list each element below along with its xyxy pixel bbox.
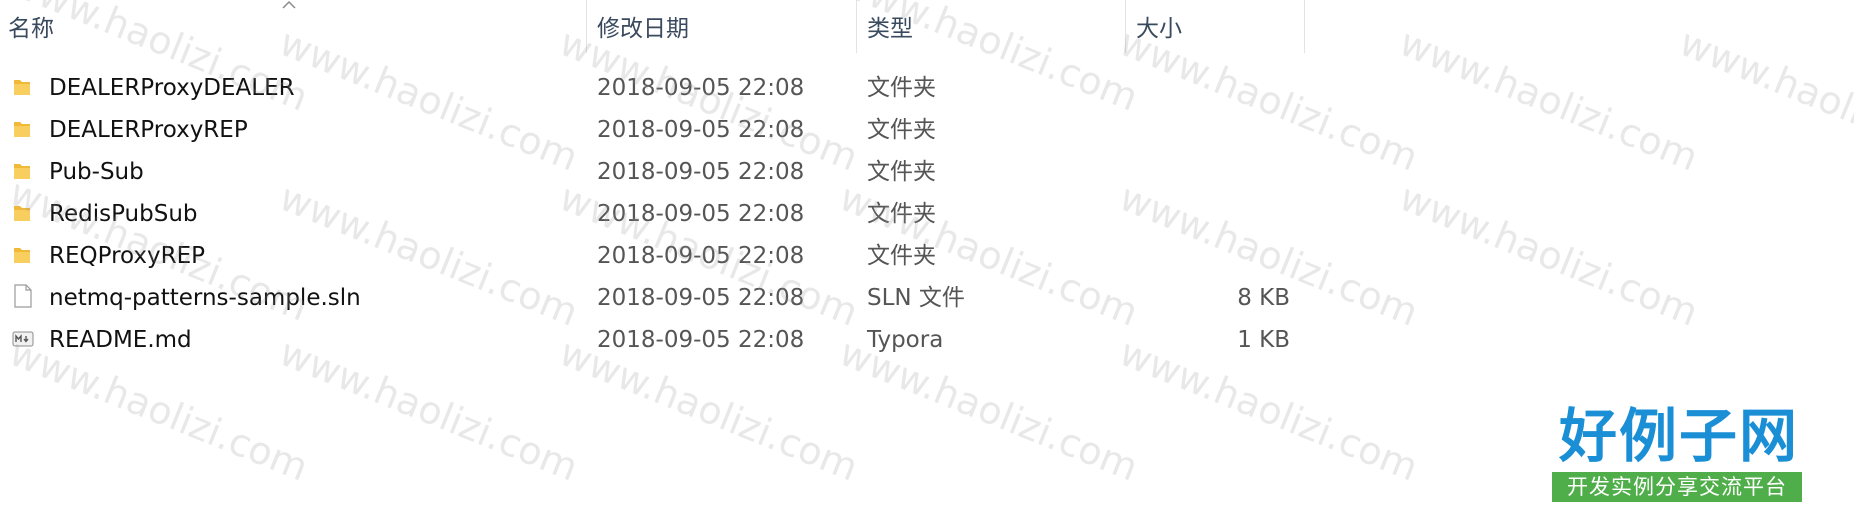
file-size <box>1130 109 1290 151</box>
file-modified: 2018-09-05 22:08 <box>597 159 805 185</box>
file-name: REQProxyREP <box>49 243 206 269</box>
file-size <box>1130 67 1290 109</box>
file-row[interactable]: README.md 2018-09-05 22:08 Typora 1 KB <box>0 319 1310 361</box>
file-name: DEALERProxyREP <box>49 117 248 143</box>
file-name: DEALERProxyDEALER <box>49 75 295 101</box>
column-header-name[interactable]: 名称 <box>0 10 54 48</box>
markdown-file-icon <box>12 319 36 361</box>
file-icon <box>12 277 36 319</box>
file-name: README.md <box>49 327 192 353</box>
file-size <box>1130 193 1290 235</box>
column-header-modified[interactable]: 修改日期 <box>589 10 689 48</box>
file-size <box>1130 151 1290 193</box>
file-modified: 2018-09-05 22:08 <box>597 117 805 143</box>
file-size: 1 KB <box>1237 327 1290 353</box>
sort-ascending-icon <box>282 0 296 9</box>
column-header-size[interactable]: 大小 <box>1128 10 1182 48</box>
file-type: 文件夹 <box>867 243 936 269</box>
logo-tagline: 开发实例分享交流平台 <box>1552 472 1802 502</box>
watermark-text: www.haolizi.com <box>1393 175 1705 335</box>
folder-icon <box>12 151 36 193</box>
file-row[interactable]: DEALERProxyDEALER 2018-09-05 22:08 文件夹 <box>0 67 1310 109</box>
column-header-bar: 名称 修改日期 类型 大小 <box>0 0 1854 57</box>
column-divider[interactable] <box>1304 0 1305 53</box>
file-size: 8 KB <box>1237 285 1290 311</box>
file-type: 文件夹 <box>867 159 936 185</box>
file-row[interactable]: Pub-Sub 2018-09-05 22:08 文件夹 <box>0 151 1310 193</box>
logo-title: 好例子网 <box>1558 402 1799 470</box>
folder-icon <box>12 67 36 109</box>
column-divider[interactable] <box>586 0 587 53</box>
file-row[interactable]: RedisPubSub 2018-09-05 22:08 文件夹 <box>0 193 1310 235</box>
file-type: SLN 文件 <box>867 285 965 311</box>
file-row[interactable]: REQProxyREP 2018-09-05 22:08 文件夹 <box>0 235 1310 277</box>
column-divider[interactable] <box>856 0 857 53</box>
column-divider[interactable] <box>1125 0 1126 53</box>
column-header-type[interactable]: 类型 <box>859 10 913 48</box>
file-row[interactable]: netmq-patterns-sample.sln 2018-09-05 22:… <box>0 277 1310 319</box>
folder-icon <box>12 235 36 277</box>
folder-icon <box>12 193 36 235</box>
file-name: netmq-patterns-sample.sln <box>49 285 361 311</box>
file-modified: 2018-09-05 22:08 <box>597 327 805 353</box>
file-type: 文件夹 <box>867 75 936 101</box>
file-type: Typora <box>867 327 944 353</box>
file-modified: 2018-09-05 22:08 <box>597 201 805 227</box>
file-size <box>1130 235 1290 277</box>
folder-icon <box>12 109 36 151</box>
haolizi-logo: 好例子网 开发实例分享交流平台 <box>1552 400 1806 504</box>
file-type: 文件夹 <box>867 117 936 143</box>
file-modified: 2018-09-05 22:08 <box>597 285 805 311</box>
file-name: Pub-Sub <box>49 159 144 185</box>
file-name: RedisPubSub <box>49 201 198 227</box>
file-modified: 2018-09-05 22:08 <box>597 75 805 101</box>
file-type: 文件夹 <box>867 201 936 227</box>
file-row[interactable]: DEALERProxyREP 2018-09-05 22:08 文件夹 <box>0 109 1310 151</box>
file-modified: 2018-09-05 22:08 <box>597 243 805 269</box>
